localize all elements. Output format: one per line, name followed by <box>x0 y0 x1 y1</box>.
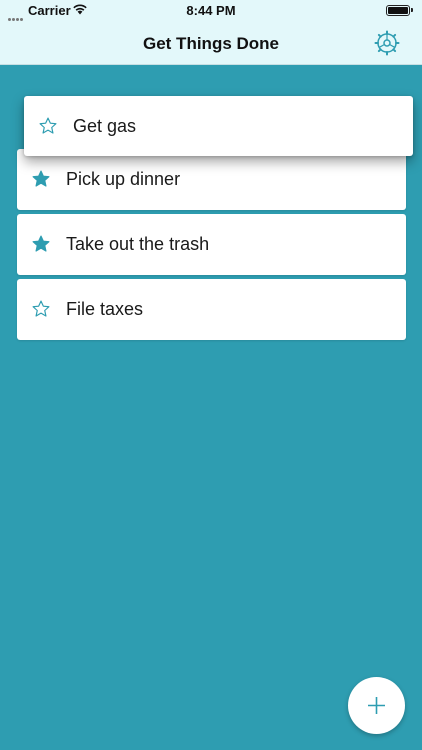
page-title: Get Things Done <box>143 34 279 53</box>
navigation-header: Carrier 8:44 PM Get Things Done <box>0 0 422 65</box>
task-row[interactable]: Take out the trash <box>17 214 406 275</box>
star-filled-icon[interactable] <box>31 169 51 189</box>
add-task-button[interactable] <box>348 677 405 734</box>
star-filled-icon[interactable] <box>31 234 51 254</box>
star-outline-icon[interactable] <box>38 116 58 136</box>
task-row[interactable]: Pick up dinner <box>17 149 406 210</box>
plus-icon <box>368 697 385 714</box>
status-bar: Carrier 8:44 PM <box>0 0 422 22</box>
task-label: Get gas <box>73 116 137 136</box>
gear-icon <box>374 30 400 56</box>
settings-button[interactable] <box>374 30 400 56</box>
task-row[interactable]: File taxes <box>17 279 406 340</box>
status-time: 8:44 PM <box>186 3 236 18</box>
task-row-dragging[interactable]: Get gas <box>24 96 413 156</box>
task-label: File taxes <box>66 299 144 319</box>
task-label: Pick up dinner <box>66 169 181 189</box>
task-list: Pick up dinner Take out the trash File t… <box>17 149 406 344</box>
battery-icon <box>386 5 413 16</box>
task-label: Take out the trash <box>66 234 210 254</box>
star-outline-icon[interactable] <box>31 299 51 319</box>
